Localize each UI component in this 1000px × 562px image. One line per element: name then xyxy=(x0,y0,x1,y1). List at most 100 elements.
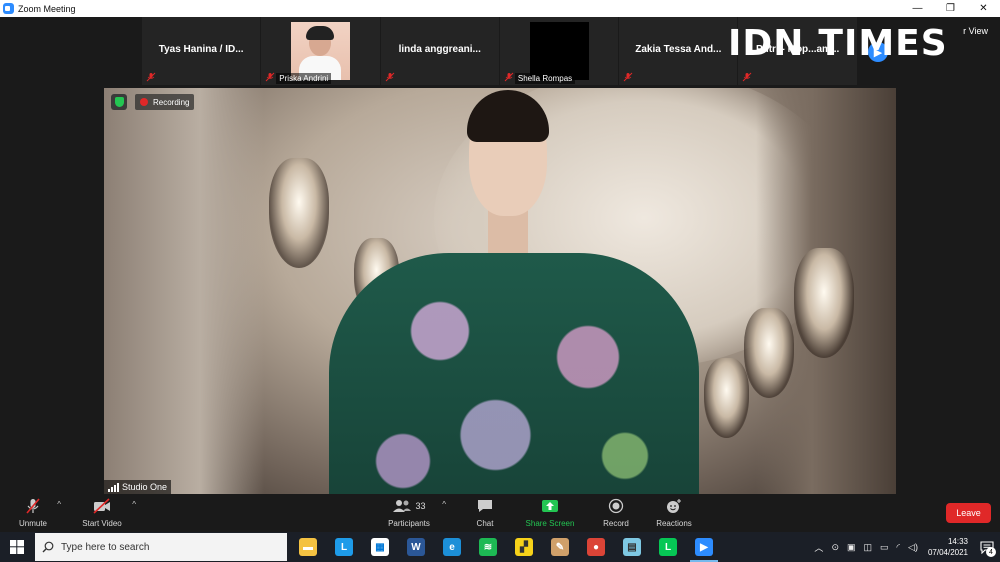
clock-time: 14:33 xyxy=(947,537,968,546)
watermark-left: IDN xyxy=(728,23,805,64)
participant-tile[interactable]: Zakia Tessa And... xyxy=(619,17,739,85)
taskbar-app-button[interactable]: L xyxy=(650,532,686,562)
reactions-icon xyxy=(667,499,681,513)
record-button[interactable]: Record xyxy=(601,497,631,528)
start-button[interactable] xyxy=(0,532,34,562)
participant-label: Priska Andrini xyxy=(276,73,332,84)
microsoft-store-icon: ▦ xyxy=(371,538,389,556)
model-dress xyxy=(329,253,699,494)
window-title: Zoom Meeting xyxy=(18,3,76,14)
participant-tile[interactable]: Priska Andrini xyxy=(261,17,381,85)
file-explorer-icon: ▬ xyxy=(299,538,317,556)
taskbar-app-button[interactable]: ● xyxy=(578,532,614,562)
muted-mic-icon xyxy=(504,72,514,82)
participants-icon xyxy=(393,500,412,512)
spotify-icon: ≋ xyxy=(479,538,497,556)
chat-button[interactable]: Chat xyxy=(474,497,496,528)
participants-count: 33 xyxy=(415,501,426,511)
battery-icon[interactable]: ▭ xyxy=(880,542,889,553)
line-icon: L xyxy=(659,538,677,556)
participant-tile[interactable]: Tyas Hanina / ID... xyxy=(142,17,262,85)
taskbar-clock[interactable]: 14:33 07/04/2021 xyxy=(928,536,968,558)
window-titlebar: Zoom Meeting — ❐ ✕ xyxy=(0,0,1000,17)
tray-overflow-chevron-icon[interactable]: ︿ xyxy=(814,541,823,554)
tray-icon[interactable]: ▣ xyxy=(847,542,856,553)
system-tray: ︿ ⊙ ▣ ◫ ▭ ◜ ◁) 14:33 07/04/2021 4 xyxy=(810,532,1000,562)
search-icon xyxy=(42,541,54,553)
muted-mic-icon xyxy=(265,72,275,82)
video-options-caret-icon[interactable]: ^ xyxy=(132,500,136,509)
share-screen-label: Share Screen xyxy=(525,519,575,528)
idn-times-watermark: IDN TIMES xyxy=(728,23,948,64)
action-center-button[interactable]: 4 xyxy=(974,532,1000,562)
wifi-icon[interactable]: ◜ xyxy=(897,542,901,553)
taskbar-app-button[interactable]: ✎ xyxy=(542,532,578,562)
video-off-icon xyxy=(93,498,110,514)
taskbar-app-button[interactable]: ▶ xyxy=(686,532,722,562)
sticky-notes-icon: ▞ xyxy=(515,538,533,556)
security-shield-icon[interactable] xyxy=(111,94,127,110)
chrome-icon: ● xyxy=(587,538,605,556)
meeting-controls-bar: Unmute ^ Start Video ^ 33 Participants ^… xyxy=(0,494,1000,532)
recording-label: Recording xyxy=(153,97,190,107)
taskbar-app-button[interactable]: W xyxy=(398,532,434,562)
windows-logo-icon xyxy=(10,540,24,554)
unmute-button[interactable]: Unmute ^ xyxy=(17,497,61,528)
taskbar-app-button[interactable]: L xyxy=(326,532,362,562)
windows-taskbar: Type here to search ▬ L ▦ We ≋ ▞ ✎ ● ▤ L ▶ ︿ ⊙ ▣ ◫… xyxy=(0,532,1000,562)
muted-mic-icon xyxy=(26,498,40,514)
audio-options-caret-icon[interactable]: ^ xyxy=(57,500,61,509)
window-controls: — ❐ ✕ xyxy=(901,0,1000,17)
participant-name: linda anggreani... xyxy=(398,44,481,55)
recording-indicator[interactable]: Recording xyxy=(135,94,195,110)
meeting-stage: Tyas Hanina / ID... Priska Andrini linda… xyxy=(0,17,1000,494)
edge-icon: e xyxy=(443,538,461,556)
reactions-button[interactable]: Reactions xyxy=(655,497,693,528)
chat-label: Chat xyxy=(476,519,494,528)
signal-bars-icon xyxy=(108,482,119,492)
zoom-icon: ▶ xyxy=(695,538,713,556)
record-icon xyxy=(608,498,624,514)
taskbar-app-button[interactable]: ▤ xyxy=(614,532,650,562)
participants-caret-icon[interactable]: ^ xyxy=(442,500,446,509)
participant-name: Zakia Tessa And... xyxy=(635,44,722,55)
muted-mic-icon xyxy=(743,72,752,82)
word-icon: W xyxy=(407,538,425,556)
volume-icon[interactable]: ◁) xyxy=(908,542,918,553)
taskbar-app-button[interactable]: e xyxy=(434,532,470,562)
unmute-label: Unmute xyxy=(18,519,47,528)
close-button[interactable]: ✕ xyxy=(967,0,1000,17)
taskbar-search-box[interactable]: Type here to search xyxy=(35,533,287,561)
speaker-name-tag: Studio One xyxy=(104,480,172,494)
participants-label: Participants xyxy=(388,519,430,528)
tray-icon[interactable]: ◫ xyxy=(864,542,873,553)
participant-name: Tyas Hanina / ID... xyxy=(158,44,244,55)
participant-video-thumbnail xyxy=(529,22,589,80)
participant-tile[interactable]: linda anggreani... xyxy=(380,17,500,85)
zoom-app-icon xyxy=(3,3,14,14)
participants-button[interactable]: 33 Participants ^ xyxy=(386,497,446,528)
start-video-label: Start Video xyxy=(82,519,122,528)
recording-dot-icon xyxy=(140,98,148,106)
taskbar-app-button[interactable]: ▬ xyxy=(290,532,326,562)
reactions-label: Reactions xyxy=(656,519,692,528)
chat-icon xyxy=(478,500,492,512)
minimize-button[interactable]: — xyxy=(901,0,934,17)
speaker-view-toggle[interactable]: r View xyxy=(963,26,988,36)
record-label: Record xyxy=(603,519,629,528)
taskbar-app-button[interactable]: ▦ xyxy=(362,532,398,562)
start-video-button[interactable]: Start Video ^ xyxy=(80,497,136,528)
clock-date: 07/04/2021 xyxy=(927,548,968,557)
active-speaker-video: Recording Studio One xyxy=(104,88,896,494)
leave-button[interactable]: Leave xyxy=(946,503,991,523)
taskbar-app-button[interactable]: ▞ xyxy=(506,532,542,562)
restore-button[interactable]: ❐ xyxy=(934,0,967,17)
share-screen-icon xyxy=(542,500,558,512)
tray-icon[interactable]: ⊙ xyxy=(831,542,839,553)
search-placeholder: Type here to search xyxy=(61,541,150,553)
participant-tile[interactable]: Shella Rompas xyxy=(499,17,620,85)
share-screen-button[interactable]: Share Screen xyxy=(524,497,576,528)
taskbar-app-button[interactable]: ≋ xyxy=(470,532,506,562)
muted-mic-icon xyxy=(623,72,633,82)
l-app-icon: L xyxy=(335,538,353,556)
